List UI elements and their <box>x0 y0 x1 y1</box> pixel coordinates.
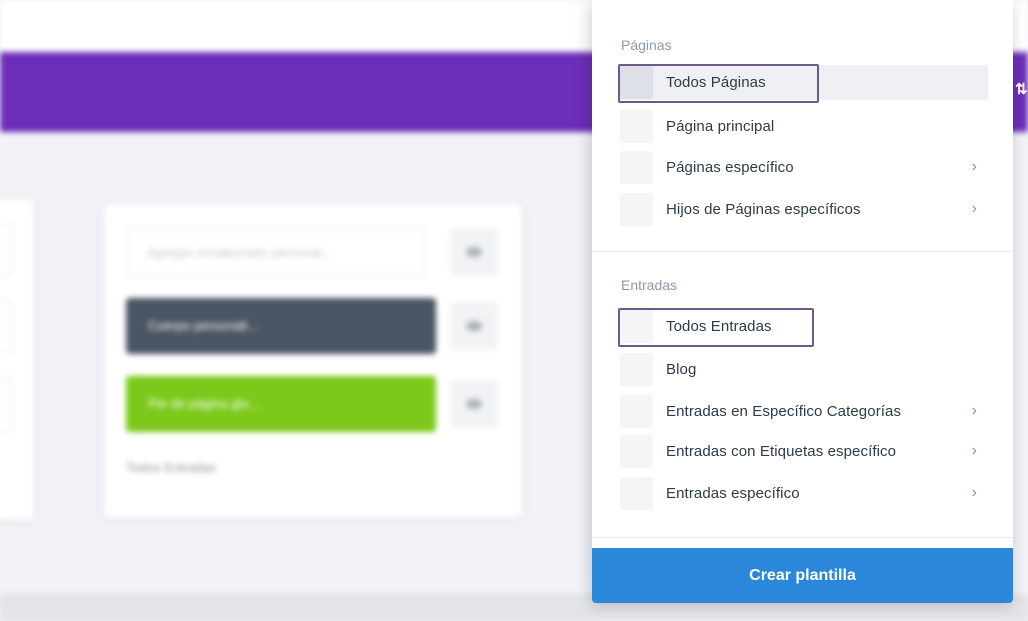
option-label: Hijos de Páginas específicos <box>666 201 861 218</box>
option-todos-paginas[interactable]: Todos Páginas <box>620 65 988 100</box>
section-title-entradas: Entradas <box>621 277 678 293</box>
section-divider <box>592 251 1013 252</box>
option-paginas-especifico[interactable]: Páginas específico › <box>620 150 989 185</box>
checkbox[interactable] <box>620 435 653 468</box>
checkbox[interactable] <box>620 110 653 143</box>
option-label: Todos Entradas <box>666 318 772 335</box>
left-card-slot <box>0 222 12 276</box>
body-layout-block[interactable]: Cuerpo personali... <box>126 298 436 354</box>
template-assignment-dropdown: Páginas Todos Páginas Página principal P… <box>592 0 1013 603</box>
option-entradas-etiquetas[interactable]: Entradas con Etiquetas específico › <box>620 434 989 469</box>
chevron-right-icon[interactable]: › <box>972 402 977 420</box>
option-label: Entradas con Etiquetas específico <box>666 443 897 460</box>
option-entradas-categorias[interactable]: Entradas en Específico Categorías › <box>620 394 989 429</box>
option-label: Todos Páginas <box>666 74 766 91</box>
checkbox[interactable] <box>620 353 653 386</box>
checkbox[interactable] <box>620 193 653 226</box>
template-card: Agregar encabezado personal... Cuerpo pe… <box>104 204 522 518</box>
checkbox[interactable] <box>620 310 653 343</box>
create-template-button[interactable]: Crear plantilla <box>592 548 1013 603</box>
checkbox[interactable] <box>620 395 653 428</box>
left-template-card <box>0 200 34 520</box>
left-card-slot <box>0 378 12 432</box>
template-assignment-text: Todos Entradas <box>126 460 217 475</box>
checkbox[interactable] <box>620 477 653 510</box>
add-header-input[interactable]: Agregar encabezado personal... <box>126 228 426 276</box>
chevron-right-icon[interactable]: › <box>972 442 977 460</box>
option-hijos-de-paginas[interactable]: Hijos de Páginas específicos › <box>620 192 989 227</box>
footer-layout-block[interactable]: Pie de página glo... <box>126 376 436 432</box>
chevron-right-icon[interactable]: › <box>972 484 977 502</box>
eye-icon[interactable] <box>450 302 498 350</box>
option-entradas-especifico[interactable]: Entradas específico › <box>620 476 989 511</box>
sort-arrows-icon[interactable]: ⇅ <box>1015 80 1028 98</box>
option-todos-entradas[interactable]: Todos Entradas <box>620 309 989 344</box>
option-pagina-principal[interactable]: Página principal <box>620 109 989 144</box>
chevron-right-icon[interactable]: › <box>972 158 977 176</box>
section-title-paginas: Páginas <box>621 37 672 53</box>
eye-icon[interactable] <box>450 380 498 428</box>
left-card-slot <box>0 300 12 354</box>
option-label: Páginas específico <box>666 159 794 176</box>
checkbox[interactable] <box>620 151 653 184</box>
chevron-right-icon[interactable]: › <box>972 200 977 218</box>
option-label: Entradas en Específico Categorías <box>666 403 902 420</box>
eye-icon[interactable] <box>450 228 498 276</box>
option-label: Página principal <box>666 118 775 135</box>
section-divider <box>592 537 1013 538</box>
option-blog[interactable]: Blog <box>620 352 989 387</box>
checkbox[interactable] <box>620 66 653 99</box>
option-label: Blog <box>666 361 697 378</box>
option-label: Entradas específico <box>666 485 800 502</box>
